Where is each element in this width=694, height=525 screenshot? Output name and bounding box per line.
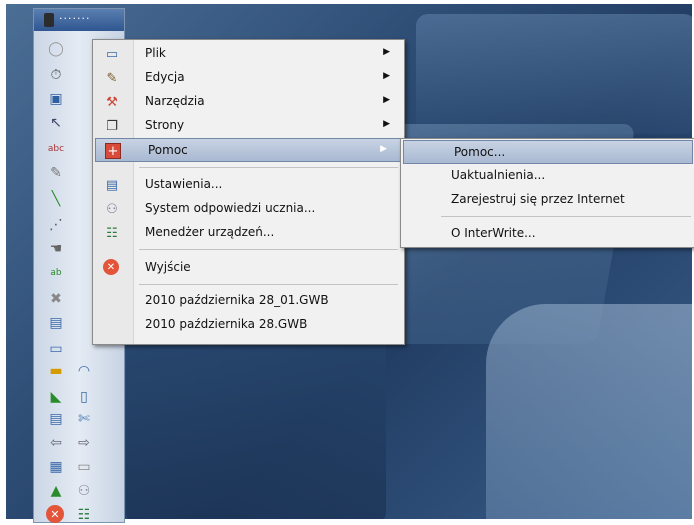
forward-arrow-icon[interactable]: ⇨ — [74, 433, 94, 453]
menu-item-label: Edycja — [145, 70, 185, 84]
edit-icon: ✎ — [106, 70, 118, 86]
menu-item-label: 2010 października 28.GWB — [145, 317, 308, 331]
window-icon[interactable]: ▭ — [46, 339, 66, 359]
timer-icon[interactable]: ⏱ — [46, 65, 66, 85]
tools-icon[interactable]: ✄ — [74, 409, 94, 429]
main-menu: ▭ Plik ▶ ✎ Edycja ▶ ⚒ Narzędzia ▶ ❐ Stro… — [92, 39, 405, 345]
menu-item-label: System odpowiedzi ucznia... — [145, 201, 316, 215]
menu-separator — [139, 167, 398, 168]
insert-text-icon[interactable]: ab — [46, 263, 66, 283]
menu-item-label: Pomoc — [148, 143, 188, 157]
help-icon: + — [105, 143, 121, 159]
menu-item-system-odpowiedzi[interactable]: ⚇ System odpowiedzi ucznia... — [93, 197, 404, 221]
submenu-item-label: Pomoc... — [454, 145, 506, 159]
picture-icon[interactable]: ▲ — [46, 481, 66, 501]
menu-item-strony[interactable]: ❐ Strony ▶ — [93, 114, 404, 138]
settings-icon: ▤ — [105, 177, 119, 193]
menu-separator — [139, 284, 398, 285]
screen-icon[interactable]: ▣ — [46, 89, 66, 109]
triangle-icon[interactable]: ◣ — [46, 387, 66, 407]
menu-item-label: 2010 października 28_01.GWB — [145, 293, 329, 307]
toolbar-title-bar[interactable]: ······· — [34, 9, 124, 31]
submenu-item-pomoc[interactable]: Pomoc... — [403, 140, 693, 164]
folder-icon: ▭ — [105, 46, 119, 62]
device-manager-icon: ☷ — [106, 225, 118, 241]
menu-item-plik[interactable]: ▭ Plik ▶ — [93, 42, 404, 66]
submenu-arrow-icon: ▶ — [380, 144, 387, 154]
page-icon[interactable]: ▯ — [74, 387, 94, 407]
document-icon[interactable]: ▤ — [46, 409, 66, 429]
toolbar-title-dots: ······· — [59, 12, 91, 25]
menu-item-edycja[interactable]: ✎ Edycja ▶ — [93, 66, 404, 90]
menu-item-label: Ustawienia... — [145, 177, 223, 191]
pages-icon: ❐ — [106, 118, 118, 134]
toolbar-grip-icon[interactable] — [44, 13, 54, 27]
menu-item-narzedzia[interactable]: ⚒ Narzędzia ▶ — [93, 90, 404, 114]
menu-item-label: Narzędzia — [145, 94, 205, 108]
background-shape — [126, 334, 386, 519]
menu-item-wyjscie[interactable]: ✕ Wyjście — [93, 256, 404, 280]
menu-item-menedzer-urzadzen[interactable]: ☷ Menedżer urządzeń... — [93, 221, 404, 245]
submenu-arrow-icon: ▶ — [383, 95, 390, 105]
hand-icon[interactable]: ☚ — [46, 239, 66, 259]
submenu-arrow-icon: ▶ — [383, 47, 390, 57]
submenu-item-label: Zarejestruj się przez Internet — [451, 192, 625, 206]
submenu-arrow-icon: ▶ — [383, 71, 390, 81]
eraser-icon[interactable]: ✖ — [46, 289, 66, 309]
menu-separator — [139, 249, 398, 250]
ruler-icon[interactable]: ▬ — [46, 361, 66, 381]
pen-icon[interactable]: ✎ — [46, 163, 66, 183]
submenu-arrow-icon: ▶ — [383, 119, 390, 129]
exit-icon: ✕ — [103, 259, 119, 275]
highlighter-icon[interactable]: ╲ — [46, 189, 66, 209]
protractor-icon[interactable]: ◠ — [74, 361, 94, 381]
submenu-separator — [441, 216, 691, 217]
menu-item-label: Wyjście — [145, 260, 191, 274]
brush-icon[interactable]: ⋰ — [46, 215, 66, 235]
pointer-icon[interactable]: ↖ — [46, 113, 66, 133]
keyboard-icon[interactable]: ▤ — [46, 313, 66, 333]
submenu-item-label: Uaktualnienia... — [451, 168, 546, 182]
submenu-item-label: O InterWrite... — [451, 226, 536, 240]
response-system-icon: ⚇ — [106, 201, 118, 217]
background-shape — [416, 14, 692, 134]
response-system-icon[interactable]: ⚇ — [74, 481, 94, 501]
submenu-item-zarejestruj[interactable]: Zarejestruj się przez Internet — [401, 188, 694, 212]
circle-icon[interactable]: ◯ — [46, 39, 66, 59]
menu-item-label: Strony — [145, 118, 185, 132]
tools-icon: ⚒ — [106, 94, 118, 110]
menu-item-label: Menedżer urządzeń... — [145, 225, 275, 239]
background-shape — [486, 304, 692, 519]
menu-item-label: Plik — [145, 46, 166, 60]
exit-icon[interactable]: ✕ — [46, 505, 64, 523]
menu-item-ustawienia[interactable]: ▤ Ustawienia... — [93, 173, 404, 197]
back-arrow-icon[interactable]: ⇦ — [46, 433, 66, 453]
submenu-item-o-interwrite[interactable]: O InterWrite... — [401, 222, 694, 246]
menu-item-recent-file-1[interactable]: 2010 października 28_01.GWB — [93, 289, 404, 313]
help-submenu: Pomoc... Uaktualnienia... Zarejestruj si… — [400, 138, 694, 248]
device-manager-icon[interactable]: ☷ — [74, 505, 94, 525]
menu-item-recent-file-2[interactable]: 2010 października 28.GWB — [93, 313, 404, 337]
grid-icon[interactable]: ▦ — [46, 457, 66, 477]
text-tool-icon[interactable]: abc — [46, 139, 66, 159]
print-icon[interactable]: ▭ — [74, 457, 94, 477]
menu-item-pomoc[interactable]: + Pomoc ▶ — [95, 138, 402, 162]
submenu-item-uaktualnienia[interactable]: Uaktualnienia... — [401, 164, 694, 188]
